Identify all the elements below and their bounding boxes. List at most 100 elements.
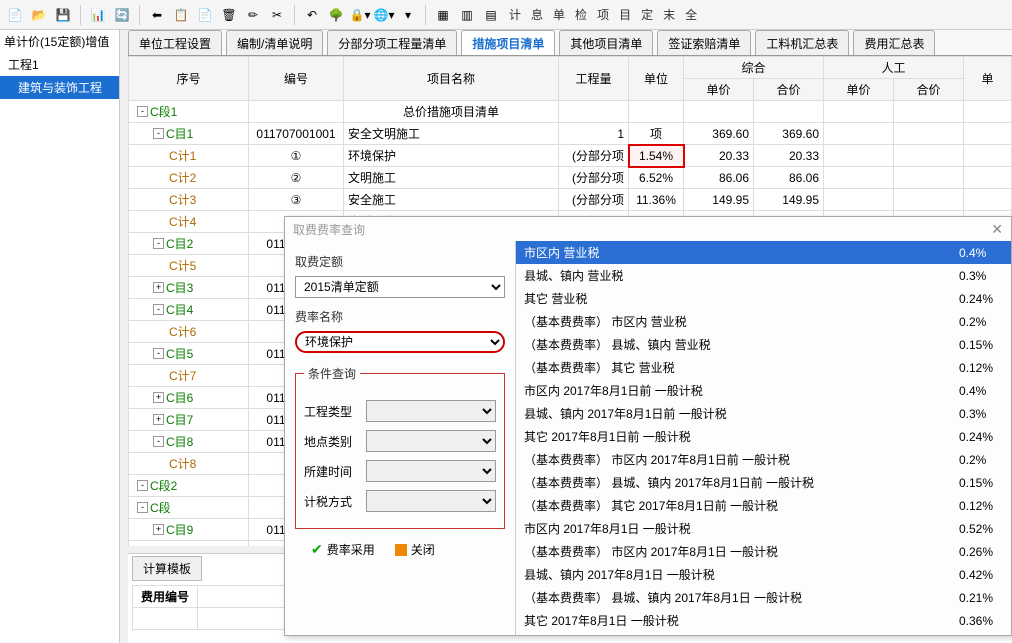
tab-5[interactable]: 签证索赔清单 xyxy=(657,30,751,55)
toolbar-text-单[interactable]: 单 xyxy=(548,8,570,22)
lock-icon[interactable]: 🔒▾ xyxy=(349,4,371,26)
col-group-labor[interactable]: 人工 xyxy=(824,57,964,79)
col-group-composite[interactable]: 综合 xyxy=(684,57,824,79)
col-total-price2[interactable]: 合价 xyxy=(894,79,964,101)
table-row[interactable]: C计1①环境保护(分部分项1.54%20.3320.33 xyxy=(129,145,1012,167)
col-unit[interactable]: 单位 xyxy=(629,57,684,101)
tree-root[interactable]: 单计价(15定额)增值 xyxy=(0,30,119,53)
toolbar-text-检[interactable]: 检 xyxy=(570,8,592,22)
tab-6[interactable]: 工料机汇总表 xyxy=(755,30,849,55)
toolbar-text-全[interactable]: 全 xyxy=(680,8,702,22)
undo-icon[interactable]: ↶ xyxy=(301,4,323,26)
col-unit-price2[interactable]: 单价 xyxy=(824,79,894,101)
toolbar-text-末[interactable]: 末 xyxy=(658,8,680,22)
tab-2[interactable]: 分部分项工程量清单 xyxy=(327,30,457,55)
rate-row[interactable]: 县城、镇内 营业税0.3% xyxy=(516,264,1011,287)
delete-icon[interactable]: 🗑 xyxy=(218,4,240,26)
rate-row[interactable]: （基本费费率） 县城、镇内 2017年8月1日 一般计税0.21% xyxy=(516,586,1011,609)
dropdown-icon[interactable]: ▾ xyxy=(397,4,419,26)
tab-7[interactable]: 费用汇总表 xyxy=(853,30,935,55)
rate-row[interactable]: （基本费费率） 其它 2017年8月1日 一般计税0.18% xyxy=(516,632,1011,635)
rate-row[interactable]: （基本费费率） 其它 营业税0.12% xyxy=(516,356,1011,379)
col-qty[interactable]: 工程量 xyxy=(559,57,629,101)
project-type-select[interactable] xyxy=(366,400,496,422)
rate-row[interactable]: （基本费费率） 市区内 2017年8月1日 一般计税0.26% xyxy=(516,540,1011,563)
toolbar-text-目[interactable]: 目 xyxy=(614,8,636,22)
rate-row[interactable]: （基本费费率） 市区内 营业税0.2% xyxy=(516,310,1011,333)
expand-icon[interactable]: - xyxy=(153,238,164,249)
expand-icon[interactable]: - xyxy=(153,436,164,447)
edit-icon[interactable]: ✏ xyxy=(242,4,264,26)
calc-tab[interactable]: 计算模板 xyxy=(132,556,202,581)
rate-row[interactable]: 其它 营业税0.24% xyxy=(516,287,1011,310)
tree-item[interactable]: 建筑与装饰工程 xyxy=(0,76,119,99)
expand-icon[interactable]: - xyxy=(153,348,164,359)
tab-4[interactable]: 其他项目清单 xyxy=(559,30,653,55)
layout3-icon[interactable]: ▤ xyxy=(480,4,502,26)
calc-col-fee-code[interactable]: 费用编号 xyxy=(133,586,198,608)
col-seq[interactable]: 序号 xyxy=(129,57,249,101)
close-button[interactable]: 关闭 xyxy=(395,541,435,558)
expand-icon[interactable]: - xyxy=(137,480,148,491)
rate-row[interactable]: （基本费费率） 县城、镇内 2017年8月1日前 一般计税0.15% xyxy=(516,471,1011,494)
dialog-titlebar[interactable]: 取费费率查询 ✕ xyxy=(285,217,1011,241)
table-row[interactable]: C计3③安全施工(分部分项11.36%149.95149.95 xyxy=(129,189,1012,211)
expand-icon[interactable]: - xyxy=(137,106,148,117)
rate-row[interactable]: 其它 2017年8月1日前 一般计税0.24% xyxy=(516,425,1011,448)
toolbar-text-项[interactable]: 项 xyxy=(592,8,614,22)
tree-item[interactable]: 工程1 xyxy=(0,53,119,76)
expand-icon[interactable]: + xyxy=(153,392,164,403)
tab-0[interactable]: 单位工程设置 xyxy=(128,30,222,55)
toolbar-text-息[interactable]: 息 xyxy=(526,8,548,22)
location-select[interactable] xyxy=(366,430,496,452)
tax-method-select[interactable] xyxy=(366,490,496,512)
expand-icon[interactable]: - xyxy=(153,128,164,139)
table-row[interactable]: -C目1011707001001安全文明施工1项369.60369.60 xyxy=(129,123,1012,145)
tab-3[interactable]: 措施项目清单 xyxy=(461,30,555,55)
rate-row[interactable]: （基本费费率） 县城、镇内 营业税0.15% xyxy=(516,333,1011,356)
rate-row[interactable]: 县城、镇内 2017年8月1日 一般计税0.42% xyxy=(516,563,1011,586)
layout2-icon[interactable]: ▥ xyxy=(456,4,478,26)
close-icon[interactable]: ✕ xyxy=(991,221,1003,238)
tab-1[interactable]: 编制/清单说明 xyxy=(226,30,323,55)
tree-icon[interactable]: 🌳 xyxy=(325,4,347,26)
layout1-icon[interactable]: ▦ xyxy=(432,4,454,26)
expand-icon[interactable]: + xyxy=(153,414,164,425)
rate-row[interactable]: （基本费费率） 其它 2017年8月1日前 一般计税0.12% xyxy=(516,494,1011,517)
toolbar-text-定[interactable]: 定 xyxy=(636,8,658,22)
expand-icon[interactable]: + xyxy=(153,282,164,293)
chart-icon[interactable]: 📊 xyxy=(87,4,109,26)
expand-icon[interactable]: - xyxy=(137,502,148,513)
table-row[interactable]: -C段1总价措施项目清单 xyxy=(129,101,1012,123)
rate-row[interactable]: 市区内 营业税0.4% xyxy=(516,241,1011,264)
save-icon[interactable]: 💾 xyxy=(52,4,74,26)
apply-rate-button[interactable]: ✔费率采用 xyxy=(311,541,375,558)
paste-icon[interactable]: 📄 xyxy=(194,4,216,26)
rate-name-select[interactable]: 环境保护 xyxy=(295,331,505,353)
build-time-select[interactable] xyxy=(366,460,496,482)
col-extra[interactable]: 单 xyxy=(964,57,1012,101)
col-unit-price[interactable]: 单价 xyxy=(684,79,754,101)
separator xyxy=(80,5,81,25)
quota-select[interactable]: 2015清单定额 xyxy=(295,276,505,298)
cut-icon[interactable]: ✂ xyxy=(266,4,288,26)
table-row[interactable]: C计2②文明施工(分部分项6.52%86.0686.06 xyxy=(129,167,1012,189)
expand-icon[interactable]: + xyxy=(153,524,164,535)
col-name[interactable]: 项目名称 xyxy=(344,57,559,101)
toolbar-text-计[interactable]: 计 xyxy=(504,8,526,22)
copy-icon[interactable]: 📋 xyxy=(170,4,192,26)
globe-icon[interactable]: 🌐▾ xyxy=(373,4,395,26)
expand-icon[interactable]: - xyxy=(153,304,164,315)
nav-icon[interactable]: ⬅ xyxy=(146,4,168,26)
col-total-price[interactable]: 合价 xyxy=(754,79,824,101)
new-icon[interactable]: 📄 xyxy=(4,4,26,26)
col-code[interactable]: 编号 xyxy=(249,57,344,101)
open-icon[interactable]: 📂 xyxy=(28,4,50,26)
rate-row[interactable]: （基本费费率） 市区内 2017年8月1日前 一般计税0.2% xyxy=(516,448,1011,471)
rate-row[interactable]: 县城、镇内 2017年8月1日前 一般计税0.3% xyxy=(516,402,1011,425)
calc-cell[interactable] xyxy=(133,608,198,630)
refresh-icon[interactable]: 🔄 xyxy=(111,4,133,26)
rate-row[interactable]: 其它 2017年8月1日 一般计税0.36% xyxy=(516,609,1011,632)
rate-row[interactable]: 市区内 2017年8月1日 一般计税0.52% xyxy=(516,517,1011,540)
rate-row[interactable]: 市区内 2017年8月1日前 一般计税0.4% xyxy=(516,379,1011,402)
